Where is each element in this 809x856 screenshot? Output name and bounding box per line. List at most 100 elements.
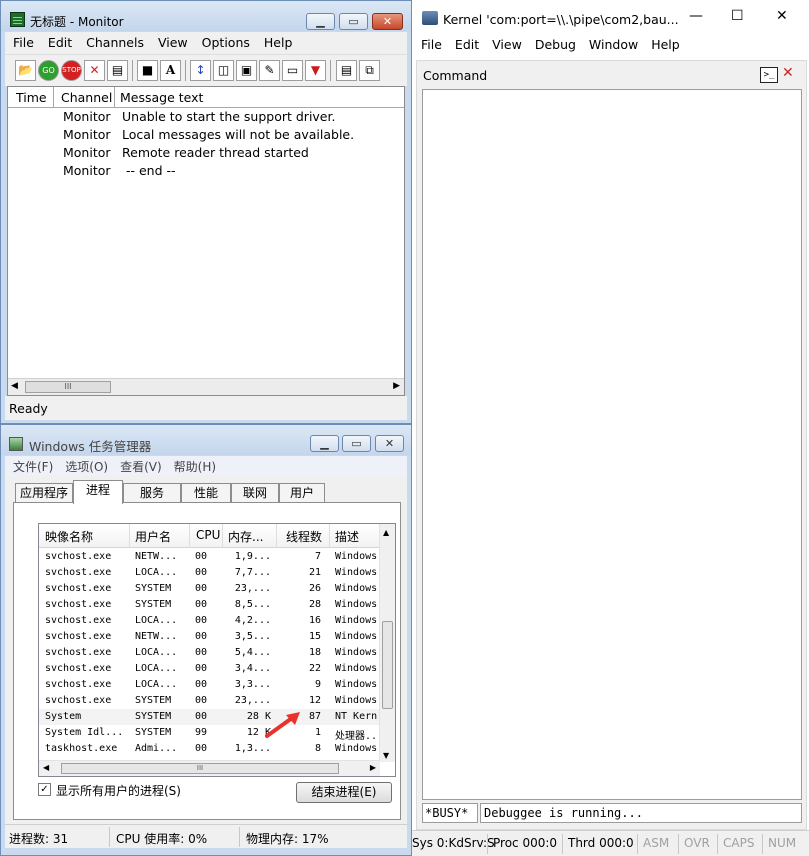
process-row[interactable]: svchost.exe SYSTEM 00 23,... 26 Windows	[39, 581, 380, 597]
minimize-icon[interactable]: —	[689, 8, 703, 24]
log-icon[interactable]: ▣	[236, 60, 257, 81]
show-all-users-label[interactable]: 显示所有用户的进程(S)	[56, 782, 181, 799]
scroll-left-icon[interactable]: ◀	[43, 763, 49, 772]
process-row[interactable]: svchost.exe LOCA... 00 4,2... 16 Windows	[39, 613, 380, 629]
monitor-icon[interactable]: ▭	[282, 60, 303, 81]
kernel-statusbar: Sys 0:KdSrv:S Proc 000:0 Thrd 000:0 ASM …	[412, 830, 809, 856]
taskmgr-close-button[interactable]: ✕	[375, 435, 404, 452]
menu-options[interactable]: Options	[194, 32, 256, 50]
column-cpu[interactable]: CPU	[196, 528, 220, 542]
command-window-icon[interactable]: >_	[760, 67, 778, 83]
tab-services[interactable]: 服务	[123, 483, 181, 502]
process-row[interactable]: svchost.exe LOCA... 00 3,4... 22 Windows	[39, 661, 380, 677]
highlight-icon[interactable]: ✎	[259, 60, 280, 81]
save-icon[interactable]: ■	[137, 60, 158, 81]
computer-icon[interactable]: ▤	[336, 60, 357, 81]
tab-processes[interactable]: 进程	[73, 480, 123, 504]
process-row-selected[interactable]: System SYSTEM 00 28 K 87 NT Kern	[39, 709, 380, 725]
process-list[interactable]: 映像名称 用户名 CPU 内存... 线程数 描述 svchost.exe NET…	[38, 523, 396, 777]
column-image-name[interactable]: 映像名称	[45, 528, 93, 545]
network-icon[interactable]: ⧉	[359, 60, 380, 81]
column-user-name[interactable]: 用户名	[135, 528, 171, 545]
column-memory[interactable]: 内存...	[228, 528, 263, 545]
menu-file[interactable]: File	[412, 33, 446, 52]
process-user: SYSTEM	[135, 583, 172, 594]
command-input[interactable]: Debuggee is running...	[480, 803, 802, 823]
maximize-button[interactable]: ▭	[339, 13, 368, 30]
tab-performance[interactable]: 性能	[181, 483, 231, 502]
menu-file[interactable]: File	[5, 32, 40, 50]
minimize-button[interactable]: ▁	[306, 13, 335, 30]
stop-icon[interactable]: STOP	[61, 60, 82, 81]
menu-debug[interactable]: Debug	[526, 33, 580, 52]
process-memory: 23,...	[234, 583, 271, 594]
message-list[interactable]: Time Channel Message text Monitor Unable…	[7, 86, 405, 396]
end-process-button[interactable]: 结束进程(E)	[296, 782, 392, 803]
close-icon[interactable]: ✕	[776, 8, 788, 24]
tab-users[interactable]: 用户	[279, 483, 325, 502]
scroll-thumb[interactable]	[382, 621, 393, 709]
menu-edit[interactable]: Edit	[40, 32, 78, 50]
process-row[interactable]: svchost.exe NETW... 00 3,5... 15 Windows	[39, 629, 380, 645]
taskmgr-minimize-button[interactable]: ▁	[310, 435, 339, 452]
properties-icon[interactable]: ▤	[107, 60, 128, 81]
font-icon[interactable]: A	[160, 60, 181, 81]
close-panel-icon[interactable]: ✕	[782, 65, 794, 81]
menu-channels[interactable]: Channels	[78, 32, 150, 50]
close-button[interactable]: ✕	[372, 13, 403, 30]
scroll-down-icon[interactable]: ▼	[383, 751, 389, 760]
maximize-icon[interactable]: ☐	[731, 8, 744, 24]
clear-icon[interactable]: ✕	[84, 60, 105, 81]
menu-file[interactable]: 文件(F)	[5, 456, 57, 475]
menu-view[interactable]: View	[483, 33, 526, 52]
menu-options[interactable]: 选项(O)	[57, 456, 112, 475]
menu-window[interactable]: Window	[580, 33, 642, 52]
horizontal-scrollbar[interactable]: ◀ III ▶	[8, 378, 404, 395]
go-icon[interactable]: GO	[38, 60, 59, 81]
menu-help[interactable]: Help	[256, 32, 299, 50]
process-row[interactable]: svchost.exe SYSTEM 00 23,... 12 Windows	[39, 693, 380, 709]
kernel-titlebar[interactable]: Kernel 'com:port=\\.\pipe\com2,bau... — …	[412, 0, 809, 33]
column-message-text[interactable]: Message text	[120, 90, 203, 105]
column-threads[interactable]: 线程数	[286, 528, 322, 545]
process-row[interactable]: svchost.exe SYSTEM 00 8,5... 28 Windows	[39, 597, 380, 613]
process-row[interactable]: svchost.exe LOCA... 00 7,7... 21 Windows	[39, 565, 380, 581]
process-row[interactable]: System Idl... SYSTEM 99 12 K 1 处理器...	[39, 725, 383, 742]
menu-edit[interactable]: Edit	[446, 33, 483, 52]
scroll-thumb[interactable]: III	[61, 763, 339, 774]
taskmgr-titlebar[interactable]: Windows 任务管理器 ▁ ▭ ✕	[1, 425, 411, 455]
filter-icon[interactable]: ▼	[305, 60, 326, 81]
scroll-up-icon[interactable]: ▲	[383, 528, 389, 537]
process-row[interactable]: svchost.exe LOCA... 00 3,3... 9 Windows	[39, 677, 380, 693]
show-all-users-checkbox[interactable]: ✓	[38, 783, 51, 796]
process-horizontal-scrollbar[interactable]: ◀ III ▶	[39, 760, 380, 776]
process-cpu: 00	[195, 631, 208, 642]
column-description[interactable]: 描述	[335, 528, 359, 545]
column-time[interactable]: Time	[16, 90, 47, 105]
menu-view[interactable]: View	[150, 32, 194, 50]
process-description: Windows	[335, 695, 378, 706]
kernel-menubar: File Edit View Debug Window Help	[412, 33, 809, 57]
command-output[interactable]	[422, 89, 802, 800]
open-icon[interactable]: 📂	[15, 60, 36, 81]
menu-help[interactable]: Help	[642, 33, 684, 52]
minimize-icon: ▁	[316, 15, 325, 28]
scroll-right-icon[interactable]: ▶	[393, 381, 400, 391]
autoscroll-icon[interactable]: ↕	[190, 60, 211, 81]
monitor-titlebar[interactable]: 无标题 - Monitor ▁ ▭ ✕	[1, 1, 411, 31]
taskmgr-maximize-button[interactable]: ▭	[342, 435, 371, 452]
process-vertical-scrollbar[interactable]: ▲ ▼	[379, 524, 395, 762]
menu-help[interactable]: 帮助(H)	[166, 456, 220, 475]
menu-view[interactable]: 查看(V)	[112, 456, 166, 475]
scroll-right-icon[interactable]: ▶	[370, 763, 376, 772]
column-channel[interactable]: Channel	[61, 90, 112, 105]
tab-networking[interactable]: 联网	[231, 483, 279, 502]
process-row[interactable]: taskhost.exe Admi... 00 1,3... 8 Windows	[39, 741, 380, 757]
scroll-thumb[interactable]: III	[25, 381, 111, 393]
capture-icon[interactable]: ◫	[213, 60, 234, 81]
scroll-left-icon[interactable]: ◀	[11, 381, 18, 391]
process-row[interactable]: svchost.exe LOCA... 00 5,4... 18 Windows	[39, 645, 380, 661]
process-row[interactable]: svchost.exe NETW... 00 1,9... 7 Windows	[39, 549, 380, 565]
process-threads: 7	[314, 551, 321, 562]
tab-applications[interactable]: 应用程序	[15, 483, 73, 502]
